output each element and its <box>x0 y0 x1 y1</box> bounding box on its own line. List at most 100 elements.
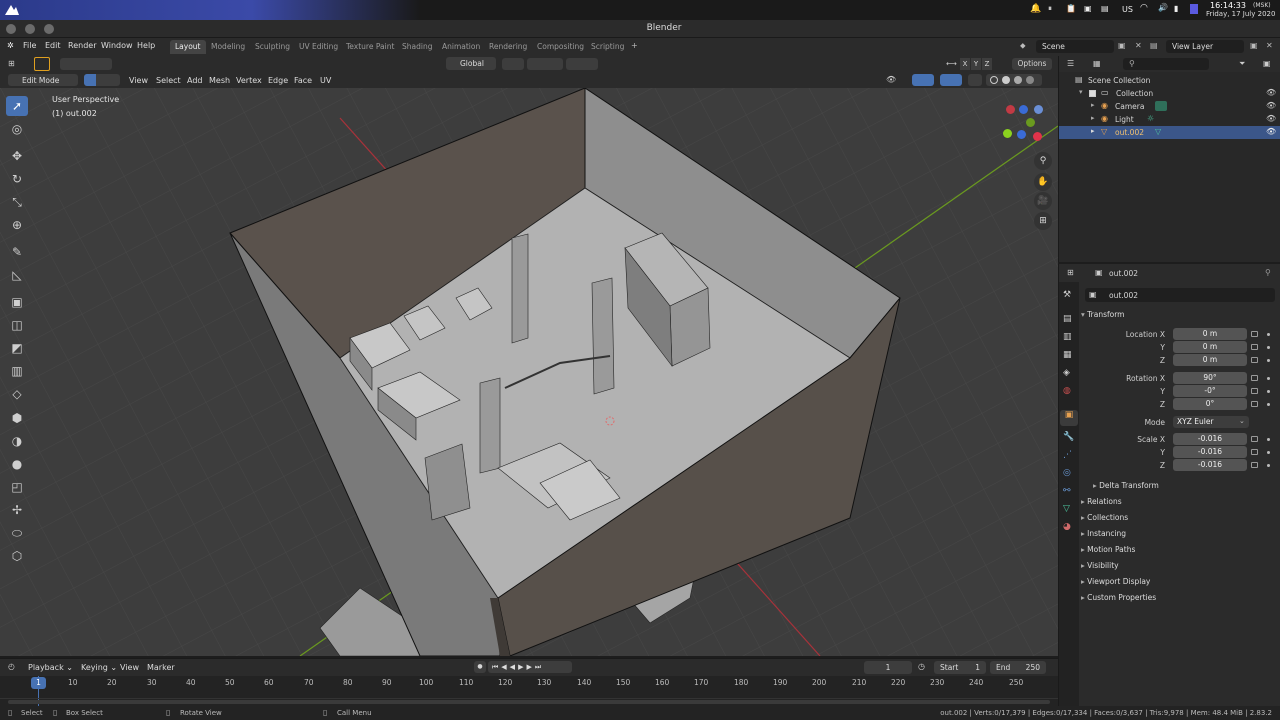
gizmo-y-neg-icon[interactable] <box>1026 118 1035 127</box>
select-mode-buttons[interactable] <box>60 58 112 70</box>
playback-controls[interactable]: ⏮◀◀▶▶⏭ <box>488 661 572 673</box>
keyframe-dot-icon[interactable] <box>1267 377 1270 380</box>
window-title-bar[interactable]: Blender <box>0 20 1280 38</box>
render-tab-icon[interactable]: ▤ <box>1063 314 1072 324</box>
keyframe-dot-icon[interactable] <box>1267 438 1270 441</box>
menu-marker[interactable]: Marker <box>147 663 175 672</box>
tab-rendering[interactable]: Rendering <box>484 40 532 54</box>
pivot-point-dropdown[interactable] <box>502 58 524 70</box>
rendered-shading-icon[interactable] <box>1026 76 1034 84</box>
menu-view[interactable]: View <box>129 76 148 85</box>
gizmo-x-icon[interactable] <box>1033 132 1042 141</box>
visibility-eye-icon[interactable]: 👁 <box>1266 127 1276 136</box>
keyframe-dot-icon[interactable] <box>1267 403 1270 406</box>
options-dropdown[interactable]: Options <box>1012 58 1052 70</box>
solid-shading-icon[interactable] <box>1002 76 1010 84</box>
delete-scene-icon[interactable]: ✕ <box>1135 41 1142 50</box>
clipboard-icon[interactable]: 📋 <box>1066 4 1076 13</box>
tab-shading[interactable]: Shading <box>397 40 437 54</box>
camera-view-icon[interactable]: 🎥 <box>1034 192 1052 210</box>
timeline-scrollbar[interactable] <box>8 700 1050 704</box>
gizmo-z-icon[interactable] <box>1019 105 1028 114</box>
timeline-editor-icon[interactable]: ◴ <box>8 662 15 671</box>
shear-tool-icon[interactable]: ⬭ <box>6 523 28 543</box>
tab-uv-editing[interactable]: UV Editing <box>294 40 343 54</box>
cursor-tool-icon[interactable]: ◎ <box>6 119 28 139</box>
inset-tool-icon[interactable]: ◫ <box>6 315 28 335</box>
expand-arrow-icon[interactable]: ▾ <box>1079 88 1083 96</box>
menu-edge[interactable]: Edge <box>268 76 288 85</box>
custom-properties-panel-header[interactable]: ▸ Custom Properties <box>1081 593 1156 602</box>
tab-animation[interactable]: Animation <box>437 40 485 54</box>
display-mode-icon[interactable]: ▦ <box>1093 59 1101 68</box>
transform-tool-icon[interactable]: ⊕ <box>6 215 28 235</box>
keyframe-dot-icon[interactable] <box>1267 333 1270 336</box>
visibility-eye-icon[interactable]: 👁 <box>1266 88 1276 97</box>
rotation-x-field[interactable]: 90° <box>1173 372 1247 384</box>
tab-layout[interactable]: Layout <box>170 40 206 54</box>
select-box-tool-icon[interactable]: ➚ <box>6 96 28 116</box>
new-view-layer-icon[interactable]: ▣ <box>1250 41 1258 50</box>
notification-icon[interactable]: 🔔 <box>1030 4 1041 14</box>
wireframe-shading-icon[interactable] <box>990 76 998 84</box>
proportional-editing-toggle[interactable] <box>566 58 598 70</box>
lock-icon[interactable] <box>1251 436 1258 442</box>
app-indicator-icon[interactable] <box>1190 4 1198 14</box>
gizmo-x-neg-icon[interactable] <box>1006 105 1015 114</box>
constraints-tab-icon[interactable]: ⚯ <box>1063 486 1071 496</box>
start-frame-field[interactable]: Start 1 <box>934 661 986 674</box>
scale-y-field[interactable]: -0.016 <box>1173 446 1247 458</box>
outliner-editor-icon[interactable]: ☰ <box>1067 59 1074 68</box>
spin-tool-icon[interactable]: ◑ <box>6 431 28 451</box>
material-tab-icon[interactable]: ◕ <box>1063 522 1071 532</box>
visibility-toggle-icon[interactable]: 👁 <box>886 75 896 84</box>
keyframe-dot-icon[interactable] <box>1267 390 1270 393</box>
end-frame-field[interactable]: End 250 <box>990 661 1046 674</box>
visibility-eye-icon[interactable]: 👁 <box>1266 114 1276 123</box>
tab-texture-paint[interactable]: Texture Paint <box>341 40 399 54</box>
location-x-field[interactable]: 0 m <box>1173 328 1247 340</box>
menu-vertex[interactable]: Vertex <box>236 76 262 85</box>
lock-icon[interactable] <box>1251 449 1258 455</box>
xray-toggle-button[interactable] <box>968 74 982 86</box>
keyboard-layout[interactable]: US <box>1122 5 1133 14</box>
3d-viewport[interactable]: User Perspective (1) out.002 ⚲ ✋ 🎥 ⊞ <box>0 88 1058 656</box>
scale-tool-icon[interactable]: ⤡ <box>6 192 28 212</box>
lock-icon[interactable] <box>1251 331 1258 337</box>
clock-time[interactable]: 16:14:33 <box>1210 1 1246 10</box>
delete-view-layer-icon[interactable]: ✕ <box>1266 41 1273 50</box>
new-collection-icon[interactable]: ▣ <box>1263 59 1271 68</box>
pause-icon[interactable]: ⏸ <box>1048 4 1052 14</box>
volume-icon[interactable]: 🔊 <box>1158 3 1168 12</box>
delta-transform-header[interactable]: ▸ Delta Transform <box>1093 481 1159 490</box>
view-layer-icon[interactable]: ▤ <box>1150 41 1158 50</box>
material-shading-icon[interactable] <box>1014 76 1022 84</box>
record-icon[interactable]: ● <box>474 661 486 673</box>
lock-icon[interactable] <box>1251 401 1258 407</box>
expand-arrow-icon[interactable]: ▸ <box>1091 127 1095 135</box>
edge-slide-tool-icon[interactable]: ◰ <box>6 477 28 497</box>
blender-logo-icon[interactable]: ✲ <box>7 41 14 50</box>
light-data-icon[interactable]: ☼ <box>1147 114 1154 123</box>
wifi-icon[interactable]: ◠ <box>1140 3 1148 13</box>
battery-icon[interactable]: ▮ <box>1174 4 1178 13</box>
knife-tool-icon[interactable]: ◇ <box>6 384 28 404</box>
current-frame-field[interactable]: 1 <box>864 661 912 674</box>
object-name-field[interactable]: ▣ out.002 <box>1085 288 1275 302</box>
mirror-y-toggle[interactable]: Y <box>971 58 981 70</box>
gizmo-center-icon[interactable] <box>1017 130 1026 139</box>
filter-icon[interactable]: ⏷ <box>1239 59 1245 69</box>
expand-arrow-icon[interactable]: ▸ <box>1091 101 1095 109</box>
editor-type-icon[interactable]: ⊞ <box>8 59 15 68</box>
preview-range-clock-icon[interactable]: ◷ <box>918 662 925 671</box>
keyframe-dot-icon[interactable] <box>1267 451 1270 454</box>
system-logo-icon[interactable] <box>5 5 19 15</box>
tab-compositing[interactable]: Compositing <box>532 40 589 54</box>
extrude-tool-icon[interactable]: ▣ <box>6 292 28 312</box>
menu-uv[interactable]: UV <box>320 76 331 85</box>
move-tool-icon[interactable]: ✥ <box>6 146 28 166</box>
view-layer-selector[interactable]: View Layer <box>1166 40 1244 53</box>
rotate-tool-icon[interactable]: ↻ <box>6 169 28 189</box>
rotation-z-field[interactable]: 0° <box>1173 398 1247 410</box>
scene-selector[interactable]: Scene <box>1036 40 1114 53</box>
